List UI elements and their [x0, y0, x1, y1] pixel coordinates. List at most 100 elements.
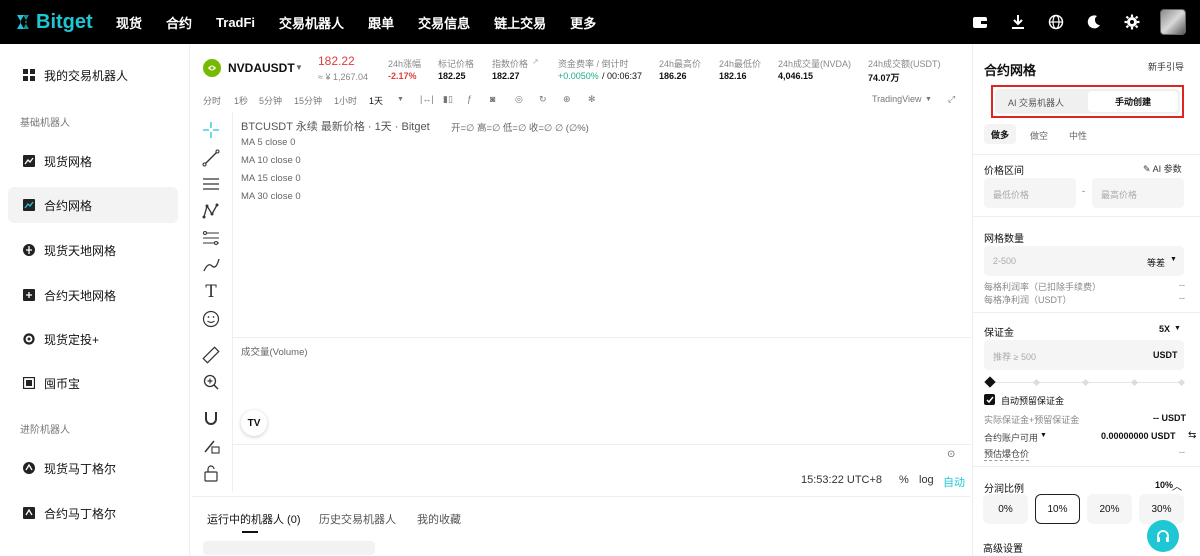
nav-trading-info[interactable]: 交易信息: [418, 13, 470, 32]
nav-tradfi[interactable]: TradFi: [216, 15, 255, 30]
sidebar-item-my-bots[interactable]: 我的交易机器人: [8, 57, 178, 93]
scroll-to-latest-icon[interactable]: ⊙: [947, 449, 955, 460]
divider: [973, 216, 1200, 217]
alarm-icon[interactable]: ◎: [515, 94, 523, 105]
chart-settings-icon[interactable]: ✻: [588, 94, 596, 105]
bitget-logo[interactable]: Bitget: [14, 11, 106, 34]
filter-bar[interactable]: [203, 541, 375, 555]
margin-input[interactable]: 推荐 ≥ 500 USDT: [984, 340, 1184, 370]
sidebar-item-futures-grid[interactable]: 合约网格: [8, 187, 178, 223]
camera-icon[interactable]: ◙: [490, 94, 495, 104]
external-link-icon[interactable]: ↗: [532, 57, 539, 66]
zoom-in-icon[interactable]: [201, 372, 221, 392]
auto-margin-checkbox[interactable]: [984, 394, 995, 405]
advanced-settings-label[interactable]: 高级设置: [983, 540, 1023, 555]
interval-1h[interactable]: 1小时: [334, 94, 357, 107]
log-toggle[interactable]: log: [919, 474, 934, 486]
min-price-placeholder: 最低价格: [993, 190, 1030, 200]
mode-ai-bot[interactable]: AI 交易机器人: [1008, 96, 1064, 109]
tab-running-bots[interactable]: 运行中的机器人 (0): [207, 511, 301, 527]
nav-trading-bots[interactable]: 交易机器人: [279, 13, 344, 32]
divider: [973, 312, 1200, 313]
range-dash: -: [1082, 186, 1085, 196]
sidebar-item-spot-martingale[interactable]: 现货马丁格尔: [8, 450, 178, 486]
interval-1d[interactable]: 1天: [369, 94, 383, 107]
nav-more[interactable]: 更多: [570, 13, 596, 32]
collapse-chevron-icon[interactable]: ︿: [1172, 478, 1182, 493]
lock-drawing-icon[interactable]: [201, 436, 221, 456]
ai-params-button[interactable]: ✎ AI 参数: [1143, 162, 1182, 175]
interval-dropdown-icon[interactable]: ▼: [397, 96, 404, 103]
sidebar-item-coin-vault[interactable]: 囤币宝: [8, 365, 178, 401]
sidebar-item-spot-dca[interactable]: 现货定投+: [8, 321, 178, 357]
bot-sidebar: 我的交易机器人 基础机器人 现货网格 合约网格 现货天地网格 合约天地网格 现货…: [0, 44, 190, 556]
grid-mode-select[interactable]: 等差: [1147, 256, 1165, 269]
auto-toggle[interactable]: 自动: [943, 474, 965, 490]
sidebar-item-spot-infinity-grid[interactable]: 现货天地网格: [8, 232, 178, 268]
compare-icon[interactable]: |↔|: [420, 94, 434, 104]
add-icon[interactable]: ⊕: [563, 94, 571, 105]
transfer-icon[interactable]: ⇆: [1188, 430, 1196, 441]
direction-short[interactable]: 做空: [1030, 129, 1048, 142]
moon-icon[interactable]: [1084, 12, 1104, 32]
globe-icon[interactable]: [1046, 12, 1066, 32]
nav-onchain[interactable]: 链上交易: [494, 13, 546, 32]
nav-copy-trading[interactable]: 跟单: [368, 13, 394, 32]
user-avatar[interactable]: [1160, 9, 1186, 35]
crosshair-icon[interactable]: [201, 120, 221, 140]
interval-timeline[interactable]: 分时: [203, 94, 221, 107]
margin-slider-handle[interactable]: [984, 376, 996, 388]
mode-manual-create[interactable]: 手动创建: [1088, 91, 1178, 112]
ruler-icon[interactable]: [201, 345, 221, 365]
tab-history-bots[interactable]: 历史交易机器人: [319, 511, 396, 527]
trend-line-icon[interactable]: [201, 148, 221, 168]
symbol-name[interactable]: NVDAUSDT: [228, 61, 295, 75]
interval-1s[interactable]: 1秒: [234, 94, 248, 107]
magnet-icon[interactable]: [201, 409, 221, 429]
sidebar-item-futures-martingale[interactable]: 合约马丁格尔: [8, 495, 178, 531]
indicators-icon[interactable]: ƒ: [467, 94, 472, 104]
sidebar-item-spot-grid[interactable]: 现货网格: [8, 143, 178, 179]
profit-share-20[interactable]: 20%: [1087, 494, 1132, 524]
symbol-dropdown-icon[interactable]: ▼: [295, 63, 303, 72]
chart-area[interactable]: BTCUSDT 永续 最新价格 · 1天 · Bitget 开=∅ 高=∅ 低=…: [232, 112, 971, 492]
tradingview-dropdown-icon[interactable]: ▼: [925, 96, 932, 103]
lock-icon[interactable]: [201, 463, 221, 483]
tradingview-selector[interactable]: TradingView: [872, 94, 922, 104]
line-chart-icon: [22, 154, 36, 168]
wallet-icon[interactable]: [970, 12, 990, 32]
support-button[interactable]: [1147, 520, 1179, 552]
horizontal-lines-icon[interactable]: [201, 174, 221, 194]
min-price-input[interactable]: 最低价格: [984, 178, 1076, 208]
profit-share-10[interactable]: 10%: [1035, 494, 1080, 524]
text-tool-icon[interactable]: T: [201, 282, 221, 302]
direction-long[interactable]: 做多: [984, 124, 1016, 144]
grid-count-input[interactable]: 2-500 等差 ▼: [984, 246, 1184, 276]
fib-icon[interactable]: [201, 228, 221, 248]
grid-mode-dropdown-icon[interactable]: ▼: [1170, 256, 1177, 263]
leverage-select[interactable]: 5X: [1159, 324, 1170, 334]
candle-type-icon[interactable]: ▮▯: [443, 94, 453, 105]
leverage-dropdown-icon[interactable]: ▼: [1174, 325, 1181, 332]
download-icon[interactable]: [1008, 12, 1028, 32]
max-price-input[interactable]: 最高价格: [1092, 178, 1184, 208]
nav-spot[interactable]: 现货: [116, 13, 142, 32]
pane-divider[interactable]: [233, 337, 971, 338]
sidebar-item-futures-infinity-grid[interactable]: 合约天地网格: [8, 277, 178, 313]
tradingview-logo-icon[interactable]: TV: [241, 410, 267, 436]
tab-favorites[interactable]: 我的收藏: [417, 511, 461, 527]
refresh-icon[interactable]: ↻: [539, 94, 547, 105]
pattern-icon[interactable]: [201, 201, 221, 221]
beginner-guide-link[interactable]: 新手引导: [1148, 60, 1184, 73]
direction-neutral[interactable]: 中性: [1069, 129, 1087, 142]
emoji-icon[interactable]: [201, 309, 221, 329]
brush-icon[interactable]: [201, 255, 221, 275]
nav-futures[interactable]: 合约: [166, 13, 192, 32]
percent-toggle[interactable]: %: [899, 474, 909, 486]
profit-share-0[interactable]: 0%: [983, 494, 1028, 524]
settings-gear-icon[interactable]: [1122, 12, 1142, 32]
fullscreen-icon[interactable]: ⤢: [948, 94, 955, 105]
available-dropdown-icon[interactable]: ▼: [1040, 432, 1047, 439]
interval-15m[interactable]: 15分钟: [294, 94, 322, 107]
interval-5m[interactable]: 5分钟: [259, 94, 282, 107]
